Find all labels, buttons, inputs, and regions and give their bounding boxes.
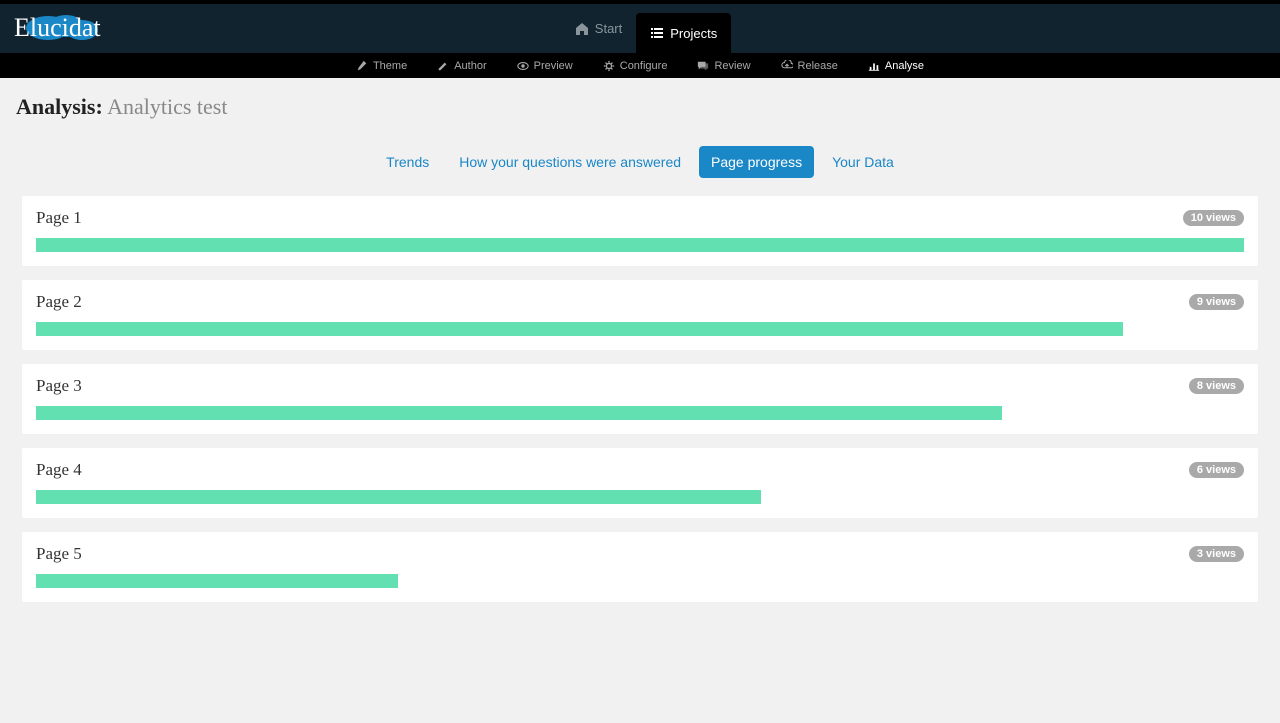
bar-fill (36, 574, 398, 588)
analysis-tabs: TrendsHow your questions were answeredPa… (0, 146, 1280, 178)
subnav-label: Preview (534, 60, 573, 72)
page-name: Page 5 (36, 544, 82, 564)
page-card: Page 3 8 views (22, 364, 1258, 434)
views-badge: 10 views (1183, 210, 1244, 226)
subnav-preview[interactable]: Preview (511, 56, 579, 76)
subnav-label: Release (798, 60, 838, 72)
page-title-prefix: Analysis: (16, 94, 103, 119)
bar-track (36, 238, 1244, 252)
page-name: Page 1 (36, 208, 82, 228)
page-name: Page 3 (36, 376, 82, 396)
sub-nav: Theme Author Preview Configure Review Release… (0, 53, 1280, 78)
topnav-label: Projects (670, 26, 717, 41)
topnav-start[interactable]: Start (561, 4, 636, 53)
tab-your-data[interactable]: Your Data (820, 146, 906, 178)
views-badge: 9 views (1189, 294, 1244, 310)
page-card: Page 4 6 views (22, 448, 1258, 518)
subnav-configure[interactable]: Configure (597, 56, 674, 76)
bar-track (36, 406, 1244, 420)
comments-icon (697, 60, 709, 72)
tab-trends[interactable]: Trends (374, 146, 441, 178)
svg-text:Elucidat: Elucidat (14, 13, 101, 42)
page-title: Analysis: Analytics test (0, 78, 1280, 128)
subnav-label: Theme (373, 60, 407, 72)
topnav-label: Start (595, 21, 622, 36)
bar-track (36, 574, 1244, 588)
bar-track (36, 490, 1244, 504)
page-title-name: Analytics test (107, 94, 227, 119)
bar-fill (36, 406, 1002, 420)
topbar: Elucidat Start Projects Theme Author Previe… (0, 0, 1280, 78)
page-card: Page 1 10 views (22, 196, 1258, 266)
logo[interactable]: Elucidat (12, 8, 125, 50)
subnav-label: Configure (620, 60, 668, 72)
subnav-review[interactable]: Review (691, 56, 756, 76)
cloud-up-icon (781, 60, 793, 72)
subnav-author[interactable]: Author (431, 56, 492, 76)
subnav-label: Author (454, 60, 486, 72)
subnav-analyse[interactable]: Analyse (862, 56, 930, 76)
page-name: Page 2 (36, 292, 82, 312)
page-card: Page 5 3 views (22, 532, 1258, 602)
subnav-label: Review (714, 60, 750, 72)
bar-fill (36, 322, 1123, 336)
bar-fill (36, 238, 1244, 252)
views-badge: 6 views (1189, 462, 1244, 478)
cog-icon (603, 60, 615, 72)
subnav-release[interactable]: Release (775, 56, 844, 76)
page-progress-list: Page 1 10 views Page 2 9 views Page 3 8 views… (0, 196, 1280, 602)
top-nav: Start Projects (125, 4, 1167, 53)
subnav-label: Analyse (885, 60, 924, 72)
brush-icon (356, 60, 368, 72)
tab-how-your-questions-were-answered[interactable]: How your questions were answered (447, 146, 693, 178)
pencil-icon (437, 60, 449, 72)
subnav-theme[interactable]: Theme (350, 56, 413, 76)
home-icon (575, 22, 589, 36)
page-card: Page 2 9 views (22, 280, 1258, 350)
views-badge: 3 views (1189, 546, 1244, 562)
list-icon (650, 26, 664, 40)
topnav-projects[interactable]: Projects (636, 13, 731, 53)
page-name: Page 4 (36, 460, 82, 480)
tab-page-progress[interactable]: Page progress (699, 146, 814, 178)
bar-fill (36, 490, 761, 504)
bar-track (36, 322, 1244, 336)
views-badge: 8 views (1189, 378, 1244, 394)
bar-chart-icon (868, 60, 880, 72)
eye-icon (517, 60, 529, 72)
